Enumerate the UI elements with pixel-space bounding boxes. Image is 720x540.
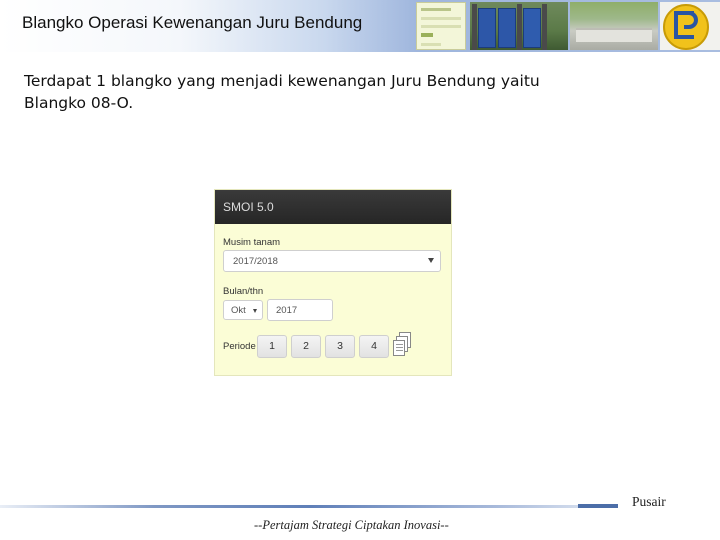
pu-logo-icon — [660, 2, 720, 50]
musim-tanam-select[interactable]: 2017/2018 — [223, 250, 441, 272]
year-value: 2017 — [276, 305, 298, 316]
footer-brand: Pusair — [632, 494, 666, 509]
slide-header: Blangko Operasi Kewenangan Juru Bendung — [0, 0, 720, 52]
footer-tagline: --Pertajam Strategi Ciptakan Inovasi-- — [254, 518, 449, 532]
musim-tanam-label: Musim tanam — [223, 237, 281, 248]
chevron-down-icon — [253, 309, 257, 313]
footer-divider-accent — [578, 504, 618, 508]
weir-photo — [570, 2, 658, 50]
periode-label: Periode — [223, 341, 256, 352]
year-input[interactable]: 2017 — [267, 299, 333, 321]
slide-title: Blangko Operasi Kewenangan Juru Bendung — [22, 13, 363, 32]
period-button-2[interactable]: 2 — [291, 335, 321, 358]
bulan-tahun-label: Bulan/thn — [223, 286, 264, 297]
period-button-1[interactable]: 1 — [257, 335, 287, 358]
footer-divider — [0, 505, 618, 508]
slide-body-text: Terdapat 1 blangko yang menjadi kewenang… — [24, 72, 540, 112]
month-select[interactable]: Okt — [223, 300, 263, 320]
musim-tanam-value: 2017/2018 — [233, 256, 278, 267]
form-thumbnail — [416, 2, 466, 50]
period-button-4[interactable]: 4 — [359, 335, 389, 358]
smoi-app-window: SMOI 5.0 Musim tanam 2017/2018 Bulan/thn… — [214, 189, 452, 376]
app-header: SMOI 5.0 — [215, 190, 451, 224]
water-gate-photo — [470, 2, 568, 50]
month-value: Okt — [231, 305, 246, 316]
documents-icon[interactable] — [393, 332, 413, 358]
chevron-down-icon — [428, 258, 434, 263]
period-button-3[interactable]: 3 — [325, 335, 355, 358]
app-title: SMOI 5.0 — [223, 200, 274, 214]
